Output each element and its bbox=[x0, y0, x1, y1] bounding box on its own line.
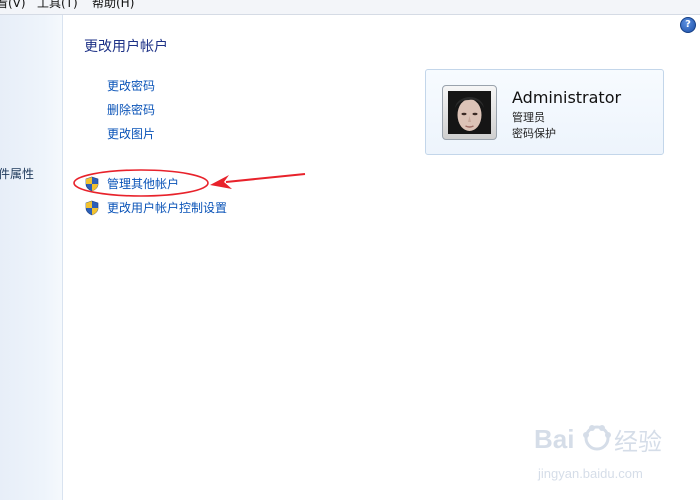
control-panel-window: 看(V) 工具(T) 帮助(H) 件属性 ? 更改用户帐户 更改密码 删除密码 … bbox=[0, 0, 700, 500]
annotation-arrow-head bbox=[210, 175, 232, 189]
annotation-arrow-shaft bbox=[225, 173, 306, 183]
avatar[interactable] bbox=[442, 85, 497, 140]
uac-settings-link[interactable]: 更改用户帐户控制设置 bbox=[84, 199, 227, 216]
uac-settings-label: 更改用户帐户控制设置 bbox=[107, 201, 228, 215]
left-nav-pane: 件属性 bbox=[0, 15, 63, 500]
remove-password-link[interactable]: 删除密码 bbox=[107, 101, 155, 118]
svg-text:Bai: Bai bbox=[534, 424, 574, 454]
change-password-link[interactable]: 更改密码 bbox=[107, 77, 155, 94]
page-title: 更改用户帐户 bbox=[84, 39, 168, 55]
menu-bar: 看(V) 工具(T) 帮助(H) bbox=[0, 0, 700, 15]
shield-icon bbox=[85, 200, 99, 215]
user-name: Administrator bbox=[512, 88, 622, 107]
menu-view[interactable]: 看(V) bbox=[0, 0, 26, 9]
password-status: 密码保护 bbox=[512, 127, 556, 140]
avatar-photo bbox=[448, 91, 491, 134]
manage-other-accounts-link[interactable]: 管理其他帐户 bbox=[84, 175, 179, 192]
user-account-card: Administrator 管理员 密码保护 bbox=[425, 69, 664, 155]
svg-text:经验: 经验 bbox=[614, 428, 662, 456]
help-icon[interactable]: ? bbox=[680, 17, 696, 33]
baidu-jingyan-watermark: Bai 经验 jingyan.baidu.com bbox=[534, 418, 694, 494]
menu-help[interactable]: 帮助(H) bbox=[92, 0, 134, 9]
menu-tools[interactable]: 工具(T) bbox=[37, 0, 78, 9]
left-nav-link[interactable]: 件属性 bbox=[0, 165, 34, 182]
user-role: 管理员 bbox=[512, 111, 545, 124]
watermark-url: jingyan.baidu.com bbox=[537, 466, 643, 481]
change-picture-link[interactable]: 更改图片 bbox=[107, 125, 155, 142]
manage-other-accounts-label: 管理其他帐户 bbox=[107, 177, 180, 191]
shield-icon bbox=[85, 176, 99, 191]
